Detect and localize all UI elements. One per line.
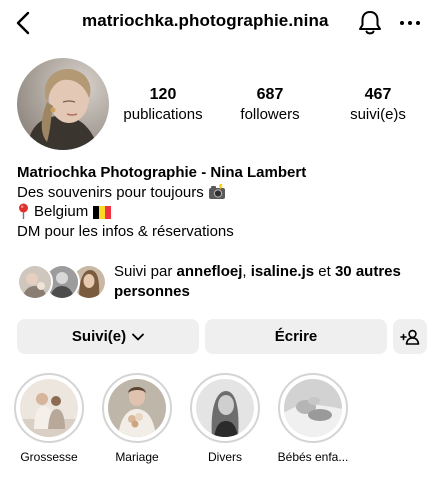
chevron-left-icon[interactable]: [12, 10, 36, 36]
highlight-divers[interactable]: Divers: [190, 373, 260, 464]
stat-followers[interactable]: 687 followers: [231, 86, 309, 124]
mutual-followers-text: Suivi par annefloej, isaline.js et 30 au…: [114, 262, 424, 302]
profile-avatar[interactable]: [17, 58, 109, 150]
mutual-followers[interactable]: Suivi par annefloej, isaline.js et 30 au…: [17, 262, 427, 302]
mutual-conjunction: et: [314, 263, 335, 280]
highlight-bebes-enfants[interactable]: Bébés enfa...: [278, 373, 348, 464]
profile-display-name: Matriochka Photographie - Nina Lambert: [17, 164, 307, 181]
stat-publications[interactable]: 120 publications: [121, 86, 205, 124]
highlight-ring: [14, 373, 84, 443]
suggested-people-button[interactable]: [393, 319, 427, 354]
bio-line: Des souvenirs pour toujours: [17, 183, 427, 203]
message-button-label: Écrire: [274, 328, 318, 345]
highlight-label: Divers: [207, 450, 242, 464]
stat-label: publications: [123, 106, 203, 123]
more-horizontal-icon[interactable]: [398, 14, 422, 32]
highlight-label: Grossesse: [20, 450, 78, 464]
stat-value: 467: [364, 86, 392, 103]
location-pin-icon: [19, 203, 28, 219]
stat-label: suivi(e)s: [350, 106, 406, 123]
mutual-prefix: Suivi par: [114, 263, 177, 280]
stat-value: 120: [149, 86, 177, 103]
belgium-flag-icon: [93, 206, 112, 219]
highlight-ring: [278, 373, 348, 443]
stat-label: followers: [240, 106, 300, 123]
highlight-label: Bébés enfa...: [277, 450, 349, 464]
bio-line-text: Des souvenirs pour toujours: [17, 183, 204, 201]
mutual-user-link[interactable]: annefloej: [177, 263, 243, 280]
highlight-mariage[interactable]: Mariage: [102, 373, 172, 464]
bio-location-text: Belgium: [34, 203, 89, 220]
top-bar: matriochka.photographie.nina: [0, 0, 444, 46]
following-button-label: Suivi(e): [71, 328, 127, 345]
stat-value: 687: [256, 86, 284, 103]
stat-following[interactable]: 467 suivi(e)s: [344, 86, 412, 124]
highlight-cover: [108, 379, 166, 437]
highlight-grossesse[interactable]: Grossesse: [14, 373, 84, 464]
mutual-avatars: [17, 264, 107, 300]
mutual-user-link[interactable]: isaline.js: [251, 263, 314, 280]
highlight-cover: [20, 379, 78, 437]
chevron-down-icon: [132, 333, 144, 340]
profile-username[interactable]: matriochka.photographie.nina: [82, 11, 329, 31]
mutual-separator: ,: [242, 263, 251, 280]
profile-bio: Matriochka Photographie - Nina Lambert D…: [17, 163, 427, 241]
highlight-ring: [190, 373, 260, 443]
highlight-cover: [284, 379, 342, 437]
bell-icon[interactable]: [357, 9, 383, 37]
bio-line: Belgium: [17, 202, 427, 222]
add-person-icon: [400, 329, 420, 345]
highlight-ring: [102, 373, 172, 443]
message-button[interactable]: Écrire: [205, 319, 387, 354]
following-button[interactable]: Suivi(e): [17, 319, 199, 354]
bio-line-text: DM pour les infos & réservations: [17, 222, 234, 240]
mutual-avatar: [17, 264, 53, 300]
highlight-cover: [196, 379, 254, 437]
camera-flash-icon: [208, 183, 225, 199]
highlight-label: Mariage: [115, 450, 159, 464]
